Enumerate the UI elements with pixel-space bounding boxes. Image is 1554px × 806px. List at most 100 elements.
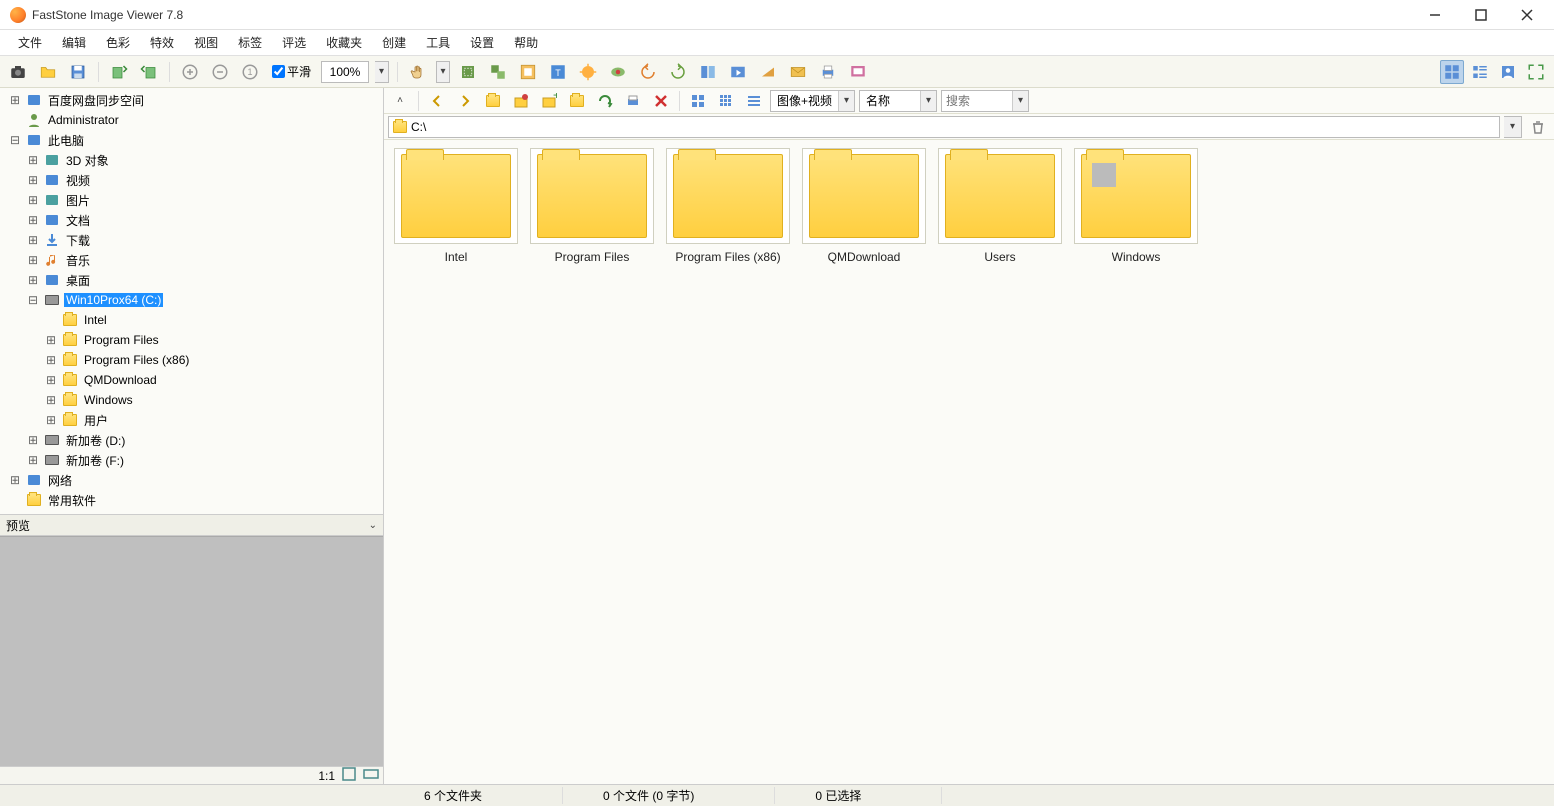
back-icon[interactable]: [425, 89, 449, 113]
tree-item[interactable]: ⊟Win10Prox64 (C:): [4, 290, 383, 310]
slideshow-icon[interactable]: [726, 60, 750, 84]
search-input[interactable]: [942, 91, 1012, 111]
adjust-icon[interactable]: [576, 60, 600, 84]
close-button[interactable]: [1504, 0, 1550, 30]
folder-thumb[interactable]: Users: [936, 148, 1064, 278]
tree-item[interactable]: Intel: [4, 310, 383, 330]
refresh-icon[interactable]: [593, 89, 617, 113]
tree-item[interactable]: ⊞新加卷 (D:): [4, 430, 383, 450]
folder-thumb[interactable]: Intel: [392, 148, 520, 278]
forward-icon[interactable]: [453, 89, 477, 113]
tree-item[interactable]: ⊞Windows: [4, 390, 383, 410]
folder-thumb[interactable]: QMDownload: [800, 148, 928, 278]
address-dropdown[interactable]: ▾: [1504, 116, 1522, 138]
zoom-in-icon[interactable]: [178, 60, 202, 84]
copy-to-icon[interactable]: [107, 60, 131, 84]
tree-expand-icon[interactable]: ⊟: [26, 293, 40, 307]
tree-expand-icon[interactable]: ⊞: [26, 453, 40, 467]
tree-expand-icon[interactable]: ⊞: [26, 433, 40, 447]
tree-item[interactable]: ⊞文档: [4, 210, 383, 230]
redeye-icon[interactable]: [606, 60, 630, 84]
tree-item[interactable]: Administrator: [4, 110, 383, 130]
compare-icon[interactable]: [696, 60, 720, 84]
filter-combo[interactable]: 图像+视频 ▾: [770, 90, 855, 112]
menu-10[interactable]: 设置: [460, 30, 504, 55]
view-small-icon[interactable]: [714, 89, 738, 113]
explore-folder-icon[interactable]: [565, 89, 589, 113]
fit-icon[interactable]: [363, 766, 379, 785]
view-details-button[interactable]: [1468, 60, 1492, 84]
camera-icon[interactable]: [6, 60, 30, 84]
tree-item[interactable]: ⊞QMDownload: [4, 370, 383, 390]
tree-expand-icon[interactable]: ⊞: [26, 193, 40, 207]
tree-expand-icon[interactable]: ⊞: [26, 213, 40, 227]
email-icon[interactable]: [786, 60, 810, 84]
menu-0[interactable]: 文件: [8, 30, 52, 55]
search-combo[interactable]: ▾: [941, 90, 1029, 112]
save-icon[interactable]: [66, 60, 90, 84]
menu-4[interactable]: 视图: [184, 30, 228, 55]
wallpaper-icon[interactable]: [846, 60, 870, 84]
menu-1[interactable]: 编辑: [52, 30, 96, 55]
view-fullscreen-button[interactable]: [1524, 60, 1548, 84]
hand-icon[interactable]: [406, 60, 430, 84]
zoom-out-icon[interactable]: [208, 60, 232, 84]
tree-item[interactable]: ⊞桌面: [4, 270, 383, 290]
tree-item[interactable]: ⊞Program Files: [4, 330, 383, 350]
tree-expand-icon[interactable]: ⊞: [44, 393, 58, 407]
folder-thumb[interactable]: Program Files: [528, 148, 656, 278]
tree-expand-icon[interactable]: ⊞: [26, 153, 40, 167]
address-bar[interactable]: C:\: [388, 116, 1500, 138]
tree-expand-icon[interactable]: ⊞: [44, 333, 58, 347]
tree-item[interactable]: ⊞Program Files (x86): [4, 350, 383, 370]
view-thumbnails-button[interactable]: [1440, 60, 1464, 84]
tree-item[interactable]: ⊞用户: [4, 410, 383, 430]
fav-folder-icon[interactable]: [509, 89, 533, 113]
tree-expand-icon[interactable]: ⊞: [26, 253, 40, 267]
tree-expand-icon[interactable]: ⊞: [44, 413, 58, 427]
maximize-button[interactable]: [1458, 0, 1504, 30]
tree-item[interactable]: ⊞3D 对象: [4, 150, 383, 170]
minimize-button[interactable]: [1412, 0, 1458, 30]
up-icon[interactable]: ˄: [388, 89, 412, 113]
tree-expand-icon[interactable]: ⊞: [8, 93, 22, 107]
preview-collapse-icon[interactable]: ⌄: [369, 520, 377, 531]
open-folder-icon[interactable]: [36, 60, 60, 84]
tree-expand-icon[interactable]: ⊞: [26, 173, 40, 187]
menu-3[interactable]: 特效: [140, 30, 184, 55]
view-large-icon[interactable]: [686, 89, 710, 113]
delete-icon[interactable]: [649, 89, 673, 113]
tree-expand-icon[interactable]: ⊞: [44, 373, 58, 387]
tree-item[interactable]: ⊟此电脑: [4, 130, 383, 150]
view-single-button[interactable]: [1496, 60, 1520, 84]
tree-item[interactable]: ⊞下载: [4, 230, 383, 250]
sort-combo[interactable]: 名称 ▾: [859, 90, 937, 112]
tree-item[interactable]: ⊞新加卷 (F:): [4, 450, 383, 470]
up-folder-icon[interactable]: [481, 89, 505, 113]
crop-icon[interactable]: [456, 60, 480, 84]
rotate-left-icon[interactable]: [636, 60, 660, 84]
menu-5[interactable]: 标签: [228, 30, 272, 55]
tree-expand-icon[interactable]: ⊞: [8, 473, 22, 487]
zoom-dropdown[interactable]: ▾: [375, 61, 389, 83]
tree-item[interactable]: 常用软件: [4, 490, 383, 510]
tree-item[interactable]: ⊞音乐: [4, 250, 383, 270]
tree-item[interactable]: ⊞百度网盘同步空间: [4, 90, 383, 110]
tree-expand-icon[interactable]: ⊞: [44, 353, 58, 367]
folder-thumb[interactable]: Windows: [1072, 148, 1200, 278]
thumbnails-pane[interactable]: IntelProgram FilesProgram Files (x86)QMD…: [384, 140, 1554, 784]
tree-expand-icon[interactable]: ⊞: [26, 233, 40, 247]
fit-window-icon[interactable]: [341, 766, 357, 785]
print-list-icon[interactable]: [621, 89, 645, 113]
menu-8[interactable]: 创建: [372, 30, 416, 55]
text-icon[interactable]: T: [546, 60, 570, 84]
menu-6[interactable]: 评选: [272, 30, 316, 55]
move-to-icon[interactable]: [137, 60, 161, 84]
new-folder-icon[interactable]: +: [537, 89, 561, 113]
zoom-value[interactable]: 100%: [321, 61, 369, 83]
hand-dropdown[interactable]: ▾: [436, 61, 450, 83]
tree-item[interactable]: ⊞图片: [4, 190, 383, 210]
menu-2[interactable]: 色彩: [96, 30, 140, 55]
tree-expand-icon[interactable]: ⊟: [8, 133, 22, 147]
actual-size-icon[interactable]: 1: [238, 60, 262, 84]
